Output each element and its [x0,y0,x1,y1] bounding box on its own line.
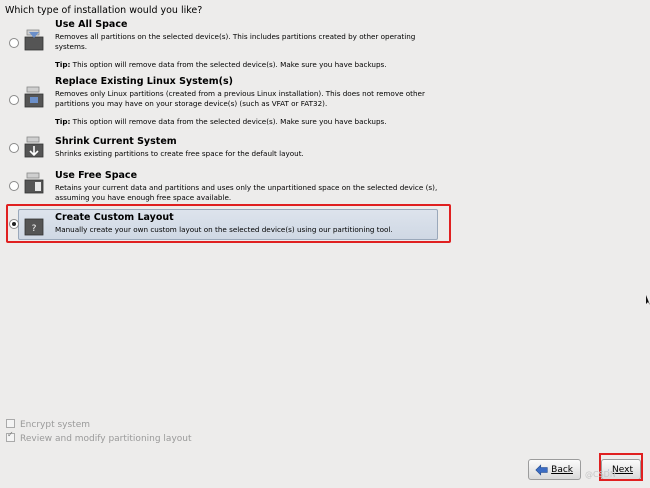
option-title: Use Free Space [55,170,138,181]
option-use-free-space[interactable]: Use Free Space Retains your current data… [6,170,440,202]
back-button-label: Back [551,464,573,475]
disk-free-space-icon [24,172,44,194]
checkbox-label: Review and modify partitioning layout [20,434,192,444]
option-title: Use All Space [55,19,128,30]
option-shrink-system[interactable]: Shrink Current System Shrinks existing p… [6,136,440,162]
checkbox-label: Encrypt system [20,420,91,430]
encrypt-system-checkbox[interactable]: Encrypt system [6,419,90,430]
option-title: Replace Existing Linux System(s) [55,76,233,87]
shrink-system-radio[interactable] [9,143,19,153]
option-description: Retains your current data and partitions… [55,183,438,202]
selection-highlight-box [6,204,451,243]
option-title: Shrink Current System [55,136,177,147]
watermark: @CSDN [585,470,616,479]
disk-shrink-icon [24,136,44,158]
option-tip: Tip: This option will remove data from t… [55,60,387,69]
back-button[interactable]: Back [528,459,581,480]
option-description: Removes all partitions on the selected d… [55,32,416,51]
option-description: Removes only Linux partitions (created f… [55,89,425,108]
use-all-space-radio[interactable] [9,38,19,48]
checkbox-box[interactable] [6,430,15,442]
disk-replace-icon [24,86,44,108]
mouse-cursor-icon [646,295,650,305]
checkbox-box[interactable] [6,419,15,428]
review-layout-checkbox[interactable]: Review and modify partitioning layout [6,430,192,444]
back-arrow-icon [535,463,548,476]
option-replace-linux[interactable]: Replace Existing Linux System(s) Removes… [6,76,440,126]
page-title: Which type of installation would you lik… [5,5,203,16]
use-free-space-radio[interactable] [9,181,19,191]
replace-linux-radio[interactable] [9,95,19,105]
option-tip: Tip: This option will remove data from t… [55,117,387,126]
option-use-all-space[interactable]: Use All Space Removes all partitions on … [6,19,440,69]
option-description: Shrinks existing partitions to create fr… [55,149,304,158]
disk-wipe-icon [24,29,44,51]
